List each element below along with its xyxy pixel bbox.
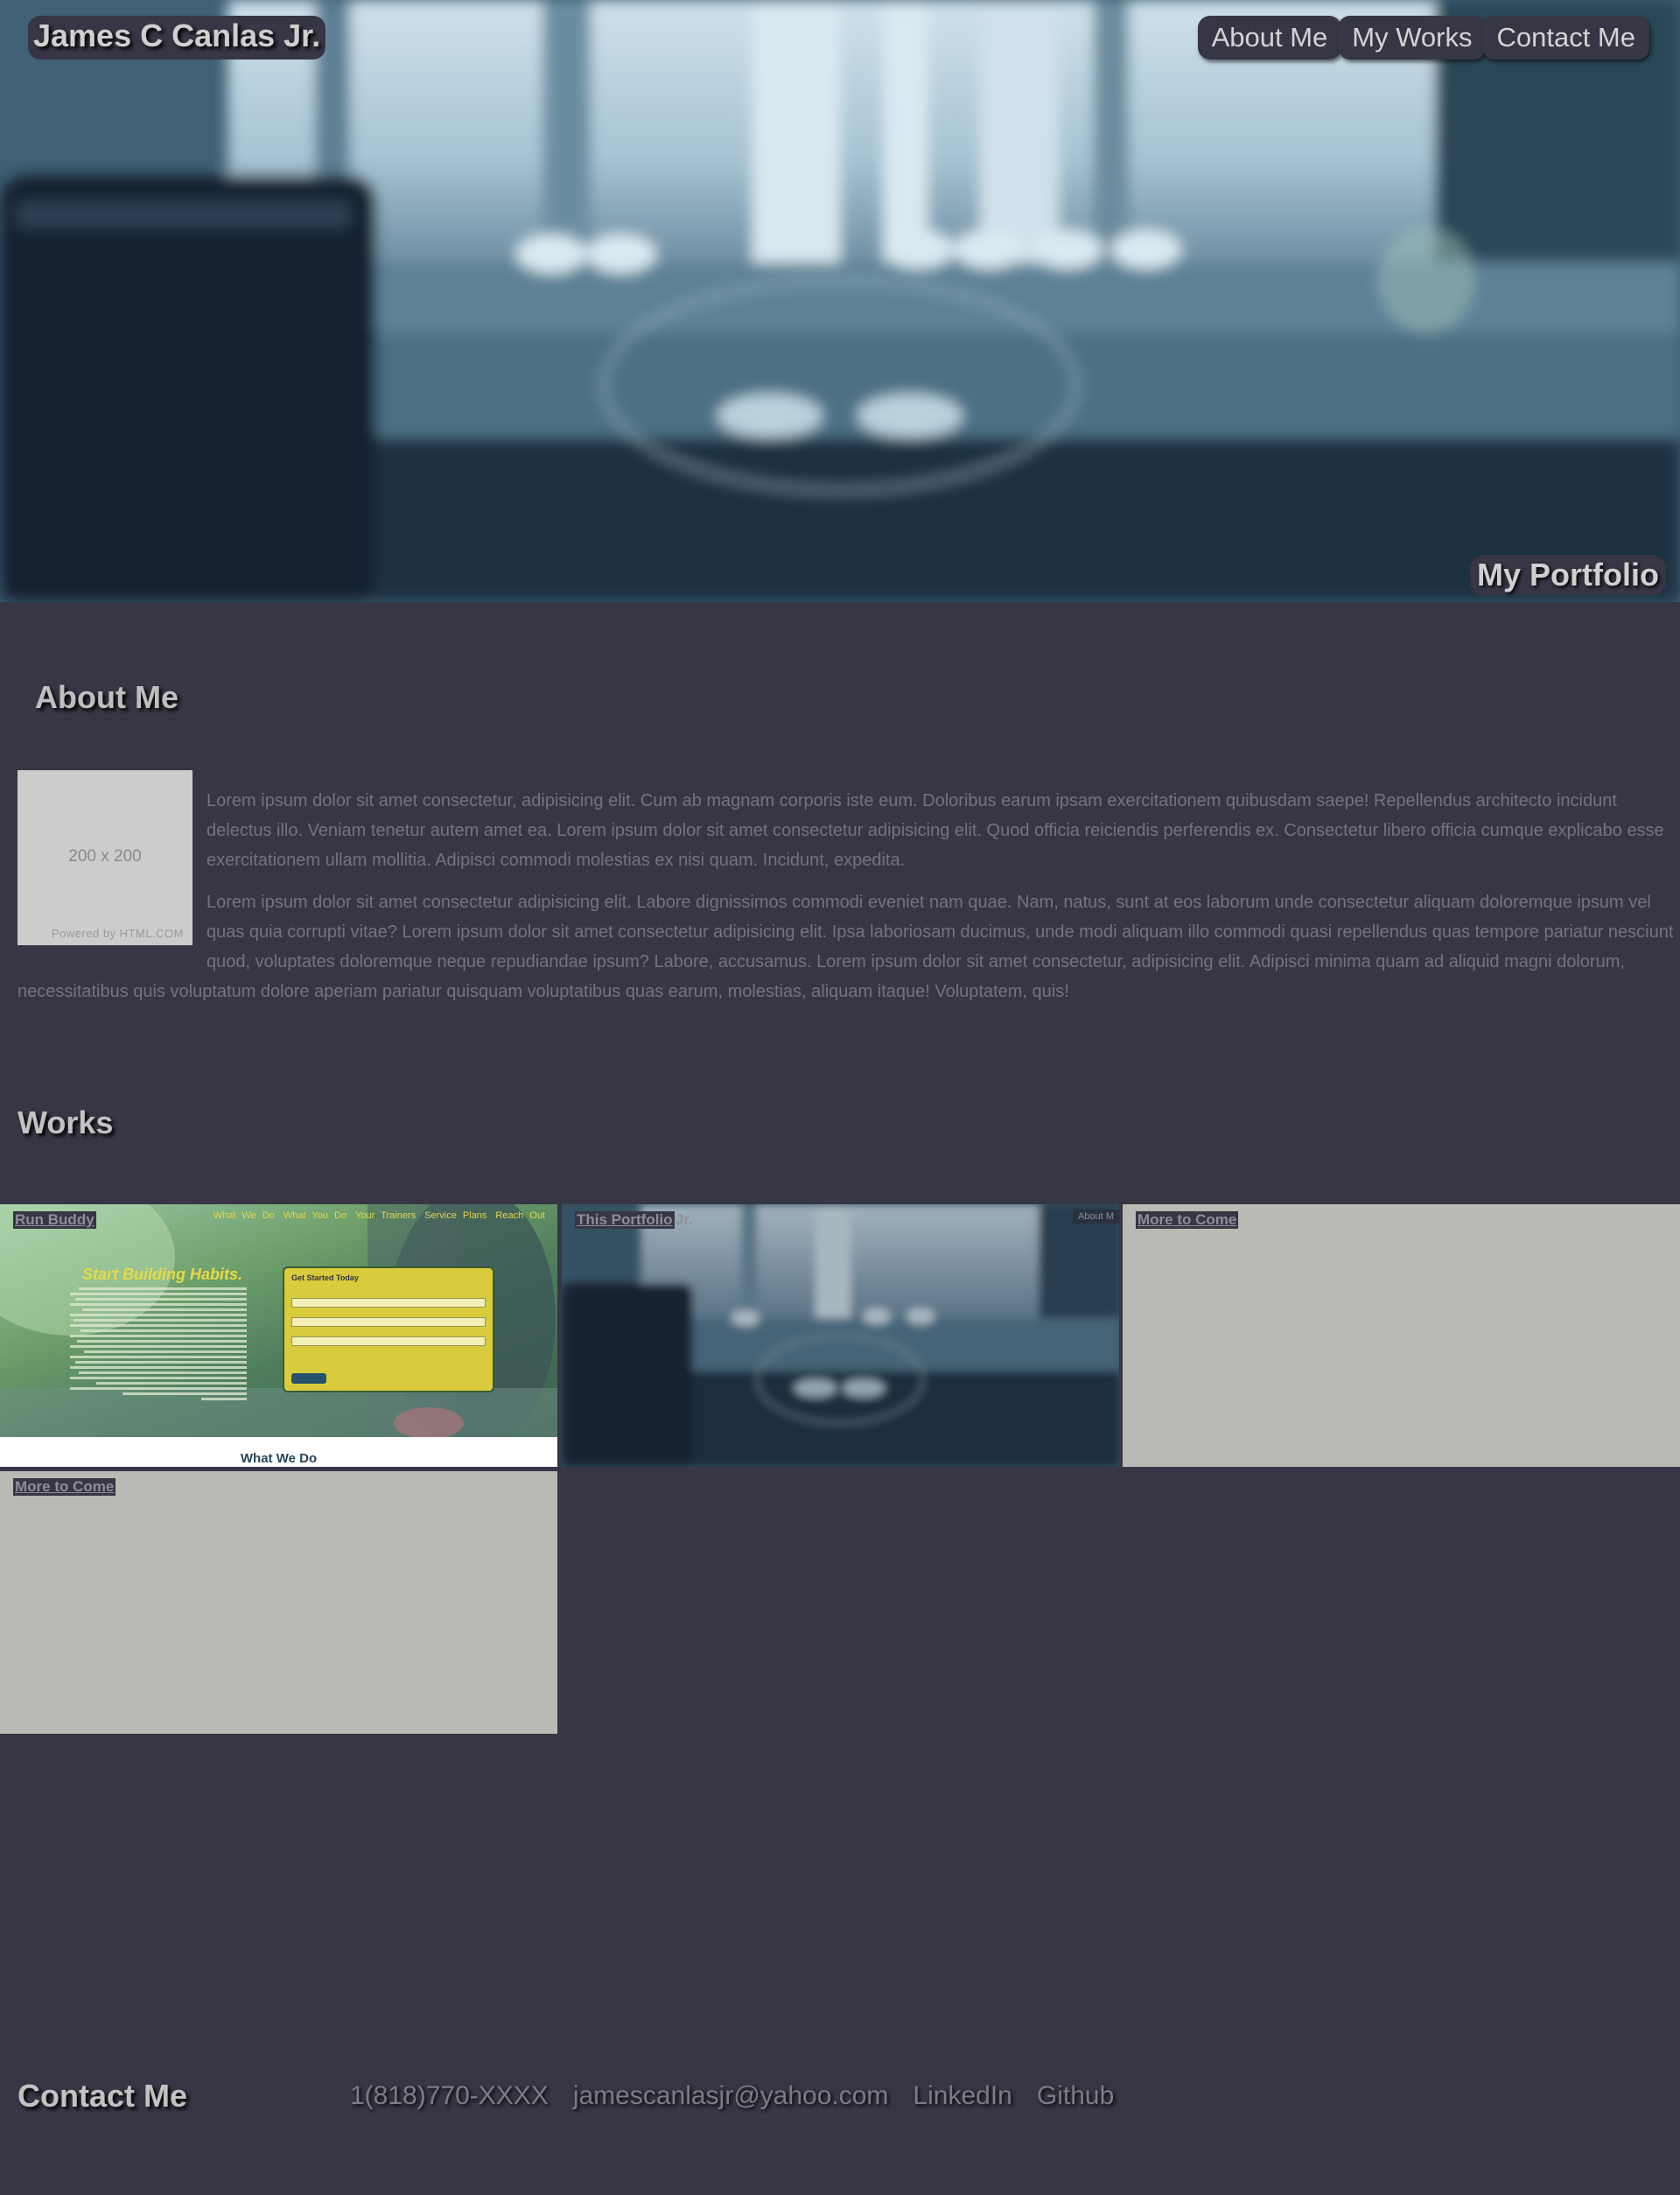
nav-contact-me[interactable]: Contact Me	[1482, 16, 1649, 60]
about-paragraph-2: Lorem ipsum dolor sit amet consectetur a…	[18, 893, 1674, 1001]
works-heading: Works	[18, 1105, 114, 1140]
work-tile-more-to-come-2[interactable]: More to Come	[0, 1471, 557, 1734]
placeholder-powered-by: Powered by HTML.COM	[51, 927, 184, 940]
work-tile-more-to-come-1[interactable]: More to Come	[1123, 1204, 1680, 1467]
work-label-more-to-come-1[interactable]: More to Come	[1136, 1211, 1239, 1229]
work-tile-run-buddy[interactable]: What We Do What You Do Your Trainers Servic…	[0, 1204, 557, 1467]
portfolio-preview-nav-fragment: About M	[1073, 1210, 1119, 1224]
nav-my-works[interactable]: My Works	[1338, 16, 1487, 60]
work-label-run-buddy[interactable]: Run Buddy	[13, 1211, 96, 1229]
run-buddy-preview-nav: What We Do What You Do Your Trainers Servic…	[213, 1210, 545, 1221]
work-tile-this-portfolio[interactable]: Jr. About M This Portfolio	[562, 1204, 1119, 1467]
hero-banner: James C Canlas Jr. About Me My Works Con…	[0, 0, 1680, 602]
run-buddy-preview-body-text	[70, 1287, 247, 1413]
run-buddy-preview-form: Get Started Today	[283, 1266, 494, 1392]
about-section: 200 x 200 Powered by HTML.COM Lorem ipsu…	[18, 770, 1680, 1019]
portfolio-preview-brand-fragment: Jr.	[676, 1211, 693, 1228]
contact-links: 1(818)770-XXXX jamescanlasjr@yahoo.com L…	[338, 2081, 1126, 2111]
run-buddy-preview-footer-heading: What We Do	[240, 1451, 318, 1466]
about-heading: About Me	[35, 679, 178, 715]
contact-heading: Contact Me	[18, 2078, 188, 2114]
nav-about-me[interactable]: About Me	[1197, 16, 1342, 60]
work-label-this-portfolio[interactable]: This Portfolio	[575, 1211, 675, 1229]
portfolio-preview-image	[562, 1204, 1119, 1467]
contact-phone-link[interactable]: 1(818)770-XXXX	[350, 2081, 549, 2111]
run-buddy-preview-image: What We Do What You Do Your Trainers Servic…	[0, 1204, 557, 1437]
site-brand[interactable]: James C Canlas Jr.	[28, 16, 326, 60]
profile-image-placeholder: 200 x 200 Powered by HTML.COM	[18, 770, 192, 945]
about-paragraph-1: Lorem ipsum dolor sit amet consectetur, …	[206, 791, 1664, 870]
hero-background-image	[0, 0, 1680, 602]
contact-github-link[interactable]: Github	[1037, 2081, 1114, 2111]
work-label-more-to-come-2[interactable]: More to Come	[13, 1478, 116, 1496]
placeholder-size-label: 200 x 200	[68, 847, 142, 866]
hero-title: My Portfolio	[1470, 555, 1666, 595]
run-buddy-preview-headline: Start Building Habits.	[82, 1266, 243, 1283]
main-nav: About Me My Works Contact Me	[1197, 16, 1649, 60]
contact-email-link[interactable]: jamescanlasjr@yahoo.com	[573, 2081, 889, 2111]
contact-linkedin-link[interactable]: LinkedIn	[913, 2081, 1012, 2111]
